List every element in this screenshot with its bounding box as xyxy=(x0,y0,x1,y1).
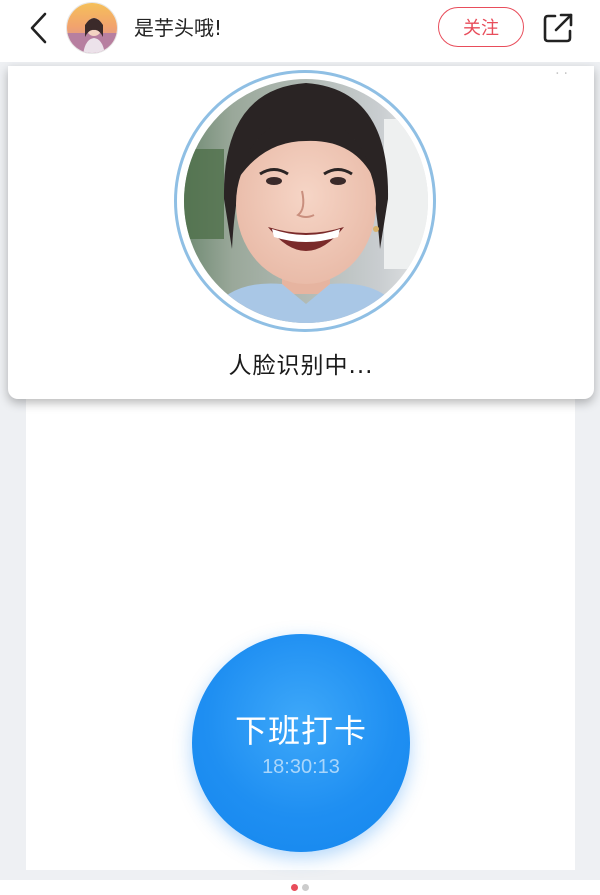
chevron-left-icon xyxy=(30,12,47,44)
follow-button[interactable]: 关注 xyxy=(438,7,524,47)
share-button[interactable] xyxy=(540,10,576,46)
pager-dot[interactable] xyxy=(302,884,309,891)
top-nav-bar: 是芋头哦! 关注 xyxy=(0,0,600,62)
clock-out-button[interactable]: 下班打卡 18:30:13 xyxy=(192,634,410,852)
face-recognition-status: 人脸识别中... xyxy=(228,353,374,379)
more-dots-icon: ·· xyxy=(555,66,572,82)
back-button[interactable] xyxy=(20,8,56,48)
avatar-image xyxy=(67,3,117,53)
face-recognition-card: ·· 人脸识别中... xyxy=(8,66,594,399)
external-share-icon xyxy=(543,13,573,43)
clock-out-label: 下班打卡 xyxy=(234,712,367,750)
pager-dot-active[interactable] xyxy=(291,884,298,891)
face-camera-preview xyxy=(184,79,428,323)
username-label[interactable]: 是芋头哦! xyxy=(134,14,222,42)
clock-out-time: 18:30:13 xyxy=(262,756,340,778)
image-pager xyxy=(0,880,600,895)
user-avatar[interactable] xyxy=(66,2,118,54)
face-photo xyxy=(184,79,428,323)
